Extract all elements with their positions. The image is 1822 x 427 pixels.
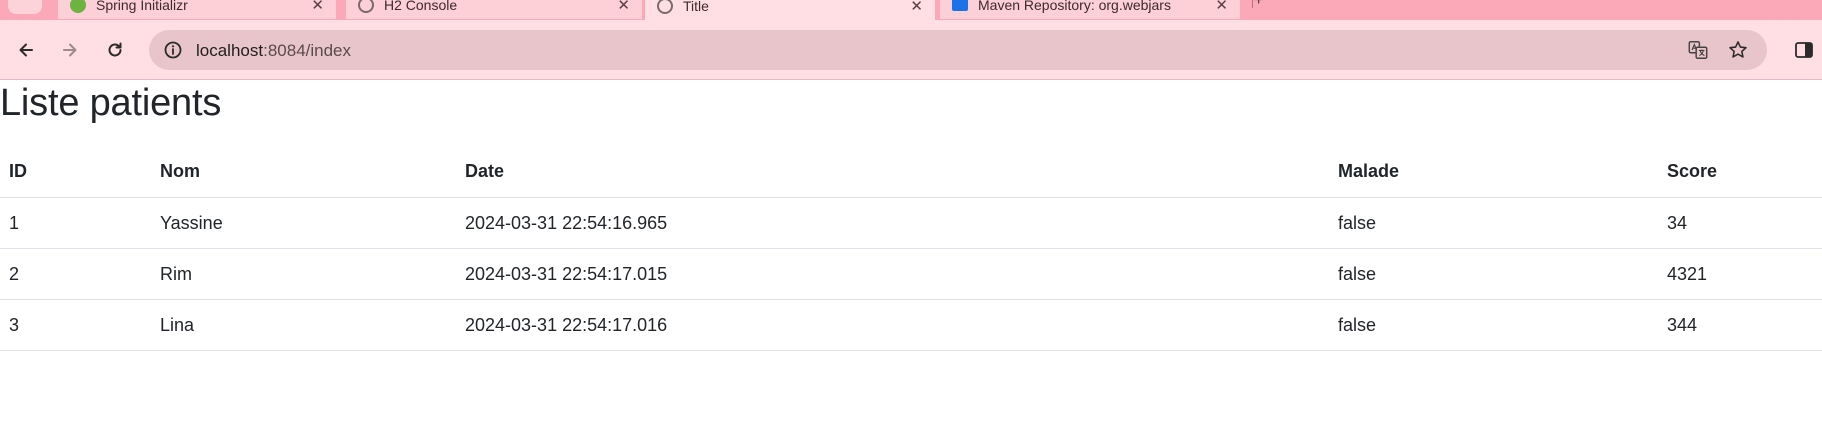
side-panel-button[interactable] <box>1790 34 1818 66</box>
forward-button[interactable] <box>54 34 86 66</box>
url-host: localhost <box>196 41 264 60</box>
cell-score: 4321 <box>1658 248 1822 300</box>
page-content: Liste patients ID Nom Date Malade Score … <box>0 80 1822 427</box>
column-header-score: Score <box>1658 146 1822 198</box>
close-icon[interactable]: ✕ <box>617 0 630 14</box>
cell-score: 34 <box>1658 197 1822 249</box>
column-header-id: ID <box>0 146 151 198</box>
column-header-date: Date <box>456 146 1329 198</box>
page-title: Liste patients <box>0 82 222 124</box>
cell-malade: false <box>1329 248 1658 300</box>
arrow-right-icon <box>63 43 77 57</box>
arrow-left-icon <box>19 43 33 57</box>
table-header-row: ID Nom Date Malade Score <box>0 146 1822 198</box>
url-text[interactable]: localhost:8084/index <box>196 41 351 61</box>
browser-toolbar: localhost:8084/index <box>0 20 1822 80</box>
column-header-nom: Nom <box>151 146 456 198</box>
back-button[interactable] <box>10 34 42 66</box>
site-info-button[interactable] <box>159 36 187 64</box>
tab-strip: Spring Initializr ✕ H2 Console ✕ Title ✕… <box>0 0 1822 20</box>
translate-icon <box>1688 41 1708 59</box>
patients-table: ID Nom Date Malade Score 1 Yassine 2024-… <box>0 146 1822 351</box>
column-header-malade: Malade <box>1329 146 1658 198</box>
cell-malade: false <box>1329 197 1658 249</box>
cell-date: 2024-03-31 22:54:16.965 <box>456 197 1329 249</box>
cell-nom: Lina <box>151 299 456 351</box>
bookmark-button[interactable] <box>1726 38 1750 62</box>
close-icon[interactable]: ✕ <box>910 0 923 15</box>
close-icon[interactable]: ✕ <box>311 0 324 14</box>
info-icon <box>164 41 182 59</box>
tab-separator <box>1252 0 1253 8</box>
cell-score: 344 <box>1658 299 1822 351</box>
cell-nom: Rim <box>151 248 456 300</box>
table-row: 1 Yassine 2024-03-31 22:54:16.965 false … <box>0 197 1822 249</box>
cell-id: 3 <box>0 299 151 351</box>
cell-id: 1 <box>0 197 151 249</box>
close-icon[interactable]: ✕ <box>1215 0 1228 14</box>
tab-spring-initializr[interactable]: Spring Initializr ✕ <box>58 0 336 19</box>
tab-title: Maven Repository: org.webjars <box>978 0 1171 13</box>
maven-icon <box>952 0 968 11</box>
cell-date: 2024-03-31 22:54:17.016 <box>456 299 1329 351</box>
url-path: :8084/index <box>263 41 352 60</box>
tab-title: H2 Console <box>384 0 458 13</box>
cell-id: 2 <box>0 248 151 300</box>
cell-date: 2024-03-31 22:54:17.015 <box>456 248 1329 300</box>
globe-icon <box>358 0 374 13</box>
spring-icon <box>70 0 86 13</box>
reload-button[interactable] <box>99 34 131 66</box>
tab-search-button[interactable] <box>8 0 42 14</box>
globe-icon <box>657 0 673 14</box>
new-tab-icon[interactable]: + <box>1254 0 1263 10</box>
translate-button[interactable] <box>1686 38 1710 62</box>
side-panel-icon <box>1795 42 1813 58</box>
table-row: 3 Lina 2024-03-31 22:54:17.016 false 344 <box>0 299 1822 351</box>
table-row: 2 Rim 2024-03-31 22:54:17.015 false 4321 <box>0 248 1822 300</box>
star-icon <box>1729 41 1747 58</box>
tab-h2-console[interactable]: H2 Console ✕ <box>346 0 642 19</box>
tab-title-active[interactable]: Title ✕ <box>645 0 935 20</box>
tab-title: Title <box>683 0 709 14</box>
address-bar[interactable]: localhost:8084/index <box>149 30 1767 70</box>
tab-maven-repository[interactable]: Maven Repository: org.webjars ✕ <box>940 0 1240 19</box>
cell-nom: Yassine <box>151 197 456 249</box>
reload-icon <box>108 42 122 57</box>
tab-title: Spring Initializr <box>96 0 188 13</box>
cell-malade: false <box>1329 299 1658 351</box>
